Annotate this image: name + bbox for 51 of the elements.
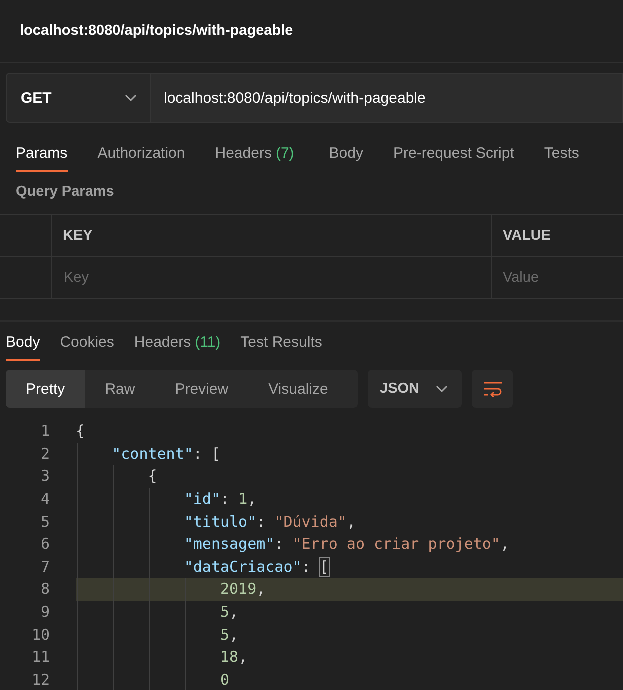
line-number: 6	[40, 535, 50, 554]
request-tab[interactable]: Authorization	[98, 142, 186, 172]
response-tab[interactable]: Cookies	[60, 331, 114, 361]
wrap-lines-button[interactable]	[472, 370, 513, 408]
value-field[interactable]: Value	[492, 257, 623, 298]
line-number: 7	[40, 558, 50, 576]
line-number: 11	[30, 648, 50, 666]
code-line: 0	[219, 670, 230, 689]
request-title: localhost:8080/api/topics/with-pageable	[20, 23, 294, 39]
view-mode-tab[interactable]: Pretty	[6, 370, 86, 408]
response-tab[interactable]: Headers (11)	[134, 331, 221, 361]
url-field[interactable]: localhost:8080/api/topics/with-pageable	[151, 73, 623, 123]
line-number: 9	[40, 603, 50, 622]
line-number: 5	[40, 512, 50, 531]
request-tab[interactable]: Tests	[544, 142, 580, 172]
chevron-down-icon	[125, 94, 137, 102]
code-line: {	[76, 422, 86, 440]
line-number: 8	[40, 580, 50, 598]
view-mode-tab[interactable]: Preview	[155, 370, 249, 408]
code-line: "mensagem": "Erro ao criar projeto",	[183, 535, 510, 554]
code-line: 2019,	[219, 580, 266, 598]
chevron-down-icon	[436, 385, 448, 393]
code-line: {	[147, 467, 158, 486]
response-tab[interactable]: Body	[6, 331, 40, 361]
code-line: "content": [	[111, 444, 220, 463]
code-line: 18,	[219, 648, 248, 666]
line-number: 4	[40, 490, 50, 508]
column-header: KEY	[52, 215, 492, 256]
response-tab[interactable]: Test Results	[240, 331, 322, 361]
view-mode-tab[interactable]: Visualize	[248, 370, 348, 408]
request-tab[interactable]: Params	[16, 142, 68, 172]
code-line: "titulo": "Dúvida",	[183, 512, 356, 531]
key-field[interactable]: Key	[52, 257, 492, 298]
method-dropdown[interactable]: GET	[6, 73, 151, 123]
format-dropdown[interactable]: JSON	[368, 370, 462, 408]
section-heading: Query Params	[16, 184, 116, 202]
code-line: "dataCriacao": [	[183, 558, 329, 576]
code-line: 5,	[219, 603, 239, 622]
wrap-lines-icon	[482, 381, 502, 397]
code-line: 5,	[219, 626, 239, 644]
line-number: 3	[40, 467, 50, 486]
column-header: VALUE	[502, 226, 552, 246]
line-number: 1	[40, 422, 50, 440]
request-tab[interactable]: Pre-request Script	[394, 142, 514, 172]
request-tab[interactable]: Body	[329, 142, 364, 172]
code-line: "id": 1,	[183, 490, 257, 508]
request-tab[interactable]: Headers (7)	[215, 142, 294, 172]
line-number: 2	[40, 444, 50, 463]
view-mode-tab[interactable]: Raw	[85, 370, 156, 408]
line-number: 12	[30, 670, 50, 689]
line-number: 10	[30, 626, 50, 644]
